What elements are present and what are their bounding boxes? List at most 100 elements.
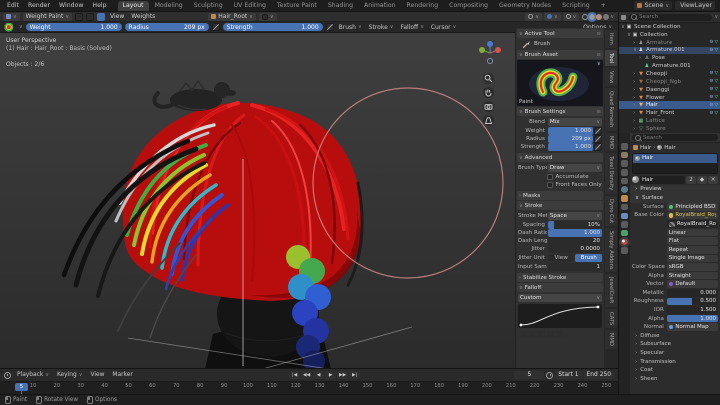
modifier-icon[interactable]: ⚙ — [709, 71, 713, 76]
sidebar-tab[interactable]: Quad Remesh — [605, 88, 617, 131]
tab-world[interactable] — [621, 186, 628, 193]
segment-option[interactable]: View — [547, 254, 575, 262]
sidebar-tab[interactable]: Item — [605, 30, 617, 48]
workspace-tab[interactable]: Compositing — [444, 1, 493, 11]
falloff-preset-icon[interactable] — [556, 330, 563, 337]
solid-shading-icon[interactable] — [587, 11, 598, 22]
strength-pressure-toggle-icon[interactable] — [325, 23, 334, 31]
rendered-shading-icon[interactable] — [603, 13, 610, 20]
modifier-icon[interactable]: ⚙ — [709, 103, 713, 108]
mesh-data-icon[interactable]: ▽ — [714, 48, 718, 53]
property-value[interactable]: Repeat — [666, 246, 718, 254]
radius-slider[interactable]: Radius 209 px — [124, 23, 209, 31]
sidebar-tab[interactable]: MMD — [605, 132, 617, 152]
bone-select-toggle-icon[interactable] — [97, 12, 106, 21]
playback-button[interactable]: ▶▶ — [337, 371, 349, 379]
playback-button[interactable]: ◀◀ — [301, 371, 313, 379]
pressure-toggle-icon[interactable] — [594, 127, 602, 135]
advanced-header[interactable]: ∨ Advanced — [517, 153, 603, 162]
value-slider[interactable]: 1.000 — [547, 143, 593, 151]
tab-particles[interactable] — [621, 212, 628, 219]
outliner-row[interactable]: › ▼ Flower ⚙ ▽ — [619, 94, 720, 102]
property-value[interactable]: 1.000 — [666, 314, 718, 323]
workspace-tab[interactable]: Rendering — [402, 1, 444, 11]
workspace-tab[interactable]: Sculpting — [189, 1, 228, 11]
material-slot-list[interactable]: Hair — [632, 153, 718, 174]
pan-button[interactable] — [483, 87, 494, 98]
playback-menu[interactable]: Playback ∨ — [15, 372, 51, 378]
property-value[interactable]: Flat — [666, 237, 718, 246]
playback-button[interactable]: ◀ — [313, 371, 325, 379]
use-preview-range-icon[interactable] — [546, 371, 554, 379]
value-field[interactable]: 20 — [547, 237, 602, 245]
viewlayer-selector[interactable]: ViewLayer — [675, 1, 715, 10]
collapsed-section[interactable]: › Sheen — [630, 374, 720, 383]
topbar-menu-item[interactable]: Render — [26, 2, 52, 9]
keying-menu[interactable]: Keying ∨ — [55, 372, 84, 378]
stabilize-stroke-header[interactable]: › Stabilize Stroke — [517, 273, 603, 282]
falloff-preset-icon[interactable] — [547, 330, 554, 337]
navigation-gizmo[interactable] — [476, 39, 504, 67]
stroke-header[interactable]: ∨ Stroke — [517, 201, 603, 210]
property-value[interactable]: Single Image — [666, 254, 718, 263]
group-lock-button[interactable]: ∨ — [258, 12, 277, 21]
outliner-display-mode-icon[interactable] — [621, 14, 626, 20]
wireframe-shading-icon[interactable] — [582, 13, 589, 20]
mesh-data-icon[interactable]: ▽ — [714, 79, 718, 84]
mode-selector[interactable]: Weight Paint ∨ — [22, 12, 73, 21]
tab-render[interactable] — [621, 151, 628, 159]
brush-settings-header[interactable]: ∨ Brush Settings ≡ — [517, 107, 603, 116]
users-count-button[interactable]: 2 — [686, 175, 696, 184]
mesh-data-icon[interactable]: ▽ — [714, 103, 718, 108]
falloff-curve-widget[interactable] — [518, 303, 602, 328]
frame-end-field[interactable]: End 250 — [583, 371, 614, 379]
fake-user-button[interactable]: ◆ — [697, 175, 707, 184]
value-slider[interactable]: 209 px — [547, 135, 593, 143]
active-tool-header[interactable]: ∨ Active Tool ≡ — [517, 29, 603, 38]
stroke-method-dropdown[interactable]: Space ∨ — [547, 212, 602, 220]
perspective-toggle-button[interactable] — [483, 115, 494, 126]
tab-material[interactable] — [619, 236, 630, 247]
sidebar-tab[interactable]: CATS — [605, 308, 617, 328]
segment-option[interactable]: Brush — [575, 254, 602, 262]
value-slider[interactable]: 1.000 — [547, 127, 593, 135]
modifier-icon[interactable]: ⚙ — [709, 48, 713, 53]
filter-icon[interactable]: ∨ — [714, 14, 718, 20]
camera-view-button[interactable] — [483, 101, 494, 112]
playhead[interactable]: 5 — [15, 383, 28, 391]
falloff-preset-icon[interactable] — [520, 330, 527, 337]
collapsed-section[interactable]: › Coat — [630, 366, 720, 375]
falloff-preset-icon[interactable] — [529, 330, 536, 337]
value-field[interactable]: 1.000 — [547, 229, 602, 237]
workspace-tab[interactable]: UV Editing — [229, 1, 271, 11]
falloff-preset-icon[interactable] — [538, 330, 545, 337]
editor-type-button[interactable]: ∨ — [3, 12, 20, 21]
tab-object-data[interactable] — [621, 229, 628, 237]
properties-search-input[interactable]: Search — [632, 134, 718, 141]
collapsed-section[interactable]: › Diffuse — [630, 332, 720, 341]
outliner-row[interactable]: › ▼ Hair ⚙ ▽ — [619, 101, 720, 110]
sidebar-tab[interactable]: Texel Density — [605, 153, 617, 194]
workspace-tab[interactable]: Shading — [323, 1, 358, 11]
topbar-menu-item[interactable]: Edit — [5, 2, 21, 9]
topbar-menu-item[interactable]: Help — [90, 2, 108, 9]
brush-asset-header[interactable]: ∨ Brush Asset ≡ — [517, 50, 603, 59]
workspace-tab[interactable]: Geometry Nodes — [494, 1, 556, 11]
tab-tool[interactable] — [621, 143, 628, 150]
modifier-icon[interactable]: ⚙ — [709, 87, 713, 92]
checkbox[interactable] — [546, 182, 553, 188]
preview-section-header[interactable]: › Preview — [630, 185, 720, 194]
tab-object[interactable] — [621, 195, 628, 202]
cursor-menu[interactable]: Cursor ∨ — [429, 24, 458, 31]
modifier-icon[interactable]: ⚙ — [709, 79, 713, 84]
workspace-tab[interactable]: Animation — [359, 1, 401, 11]
outliner-row[interactable]: › ♙ Pose ⚙ ▽ — [619, 54, 720, 62]
overlays-button[interactable]: ∨ — [562, 12, 580, 21]
view-menu[interactable]: View — [88, 372, 106, 378]
playback-button[interactable]: ▶ — [325, 371, 337, 379]
property-value[interactable]: Linear — [666, 228, 718, 237]
outliner-row[interactable]: › ▼ Cheopji_Ngb ⚙ ▽ — [619, 78, 720, 86]
mesh-data-icon[interactable]: ▽ — [714, 71, 718, 76]
radius-pressure-toggle-icon[interactable] — [211, 23, 220, 31]
material-shading-icon[interactable] — [596, 13, 603, 20]
